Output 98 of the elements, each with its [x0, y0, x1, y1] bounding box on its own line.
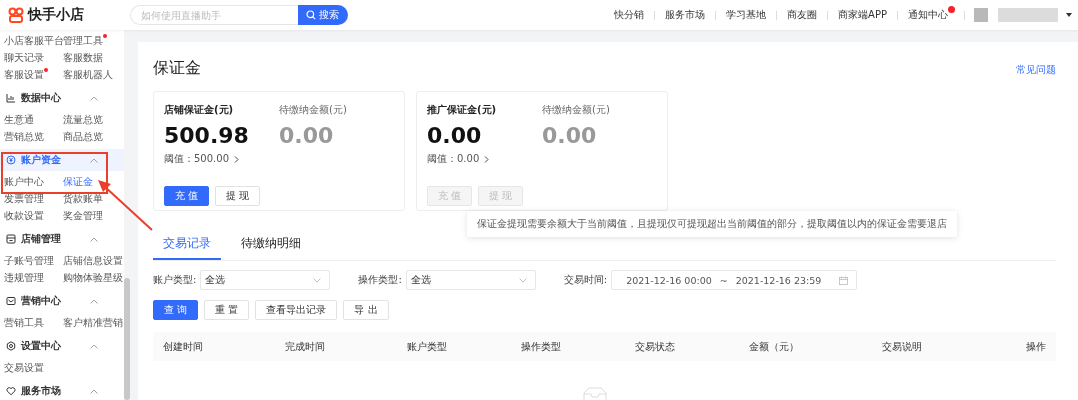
recharge-button[interactable]: 充 值	[164, 186, 210, 206]
withdraw-button[interactable]: 提 现	[215, 186, 261, 206]
menu-item[interactable]: 奖金管理	[63, 207, 103, 224]
menu-item[interactable]: 购物体验星级	[63, 269, 123, 286]
start-date: 2021-12-16 00:00	[626, 274, 712, 286]
pending-label: 待缴纳金额(元)	[279, 103, 348, 117]
menu-group-header[interactable]: 营销中心	[0, 290, 124, 312]
dropdown-icon	[518, 277, 527, 283]
menu-item[interactable]: 客户精准营销	[63, 314, 123, 331]
tab[interactable]: 待缴纳明细	[231, 233, 311, 260]
scrollbar[interactable]	[124, 30, 130, 400]
menu-item[interactable]: 营销工具	[4, 314, 44, 331]
menu-group-header[interactable]: 设置中心	[0, 335, 124, 357]
menu-item[interactable]: 商品总览	[63, 128, 103, 145]
column-header: 操作	[1026, 339, 1046, 354]
header-link[interactable]: 商友圈	[786, 8, 819, 22]
calendar-icon	[839, 275, 849, 285]
action-button[interactable]: 重 置	[204, 300, 250, 320]
select-field[interactable]: 全选	[405, 270, 536, 290]
logo-icon	[8, 7, 24, 23]
menu-item[interactable]: 子账号管理	[4, 252, 54, 269]
chevron-icon[interactable]	[90, 236, 98, 242]
menu-item[interactable]: 货款账单	[63, 190, 103, 207]
group-icon	[6, 296, 16, 306]
menu-item[interactable]: 聊天记录	[4, 49, 44, 66]
blurred-username	[998, 8, 1058, 22]
page-title: 保证金	[153, 58, 201, 79]
menu-item[interactable]: 小店客服平台	[4, 32, 64, 49]
pending-amount: 0.00	[542, 123, 598, 149]
group-icon	[6, 341, 16, 351]
action-button[interactable]: 查看导出记录	[255, 300, 338, 320]
group-icon	[6, 93, 16, 103]
range-separator: ~	[719, 274, 728, 286]
menu-item[interactable]: 客服数据	[63, 49, 103, 66]
action-button[interactable]: 导 出	[343, 300, 389, 320]
deposit-amount: 0.00	[427, 123, 483, 149]
menu-item[interactable]: 营销总览	[4, 128, 44, 145]
menu-item[interactable]: 流量总览	[63, 111, 103, 128]
header-link[interactable]: 快分销	[613, 8, 646, 22]
header-link[interactable]: 通知中心	[907, 8, 949, 22]
chevron-icon[interactable]	[90, 95, 98, 101]
help-link[interactable]: 常见问题	[1016, 63, 1056, 77]
menu-item[interactable]: 违规管理	[4, 269, 44, 286]
filter-label: 交易时间:	[563, 273, 608, 287]
menu-item[interactable]: 交易设置	[4, 359, 44, 376]
caret-icon[interactable]	[1066, 13, 1072, 17]
chevron-icon[interactable]	[234, 155, 239, 163]
menu-group-header[interactable]: 数据中心	[0, 87, 124, 109]
chevron-icon[interactable]	[90, 298, 98, 304]
menu-group-header[interactable]: 店铺管理	[0, 228, 124, 250]
menu-group-header[interactable]: 账户资金	[0, 149, 124, 171]
header-link[interactable]: 服务市场	[664, 8, 707, 22]
deposit-amount: 500.98	[164, 123, 250, 149]
column-header: 交易说明	[882, 339, 922, 354]
menu-item[interactable]: 保证金	[63, 173, 93, 190]
select-field[interactable]: 全选	[200, 270, 331, 290]
chevron-icon[interactable]	[484, 155, 490, 163]
header-link[interactable]: 商家端APP	[837, 8, 888, 22]
deposit-label: 店铺保证金(元)	[164, 103, 235, 117]
threshold-text: 阈值：500.00	[164, 152, 229, 166]
end-date: 2021-12-16 23:59	[735, 274, 822, 286]
group-icon	[6, 155, 16, 165]
column-header: 创建时间	[163, 339, 203, 354]
filter-label: 账户类型:	[153, 273, 197, 287]
menu-item[interactable]: 管理工具	[63, 32, 103, 49]
pending-label: 待缴纳金额(元)	[542, 103, 611, 117]
search-icon	[306, 10, 316, 20]
menu-item[interactable]: 收款设置	[4, 207, 44, 224]
column-header: 金额（元）	[749, 339, 799, 354]
deposit-label: 推广保证金(元)	[427, 103, 498, 117]
chevron-icon[interactable]	[90, 157, 98, 163]
menu-group-header[interactable]: 服务市场	[0, 380, 124, 400]
menu-item[interactable]: 店铺信息设置	[63, 252, 123, 269]
column-header: 完成时间	[285, 339, 325, 354]
column-header: 账户类型	[407, 339, 447, 354]
menu-item[interactable]: 客服机器人	[63, 66, 113, 83]
action-button[interactable]: 查 询	[153, 300, 199, 320]
pending-amount: 0.00	[279, 123, 335, 149]
blurred-avatar	[974, 8, 988, 22]
logo-text: 快手小店	[28, 6, 84, 24]
group-icon	[6, 234, 16, 244]
menu-item[interactable]: 账户中心	[4, 173, 44, 190]
date-range-field[interactable]: 2021-12-16 00:00 ~ 2021-12-16 23:59	[611, 270, 858, 290]
search-button[interactable]: 搜索	[298, 5, 348, 25]
tab[interactable]: 交易记录	[153, 233, 221, 260]
dropdown-icon	[313, 277, 322, 283]
chevron-icon[interactable]	[90, 388, 98, 394]
filter-label: 操作类型:	[358, 273, 402, 287]
threshold-text: 阈值：0.00	[427, 152, 480, 166]
group-icon	[6, 386, 16, 396]
menu-item[interactable]: 生意通	[4, 111, 34, 128]
chevron-icon[interactable]	[90, 343, 98, 349]
menu-item[interactable]: 客服设置	[4, 66, 44, 83]
column-header: 操作类型	[521, 339, 561, 354]
menu-item[interactable]: 发票管理	[4, 190, 44, 207]
column-header: 交易状态	[635, 339, 675, 354]
tooltip: 保证金提现需要余额大于当前阈值，且提现仅可提现超出当前阈值的部分，提取阈值以内的保证金需要退店	[467, 211, 957, 237]
header-link[interactable]: 学习基地	[725, 8, 768, 22]
